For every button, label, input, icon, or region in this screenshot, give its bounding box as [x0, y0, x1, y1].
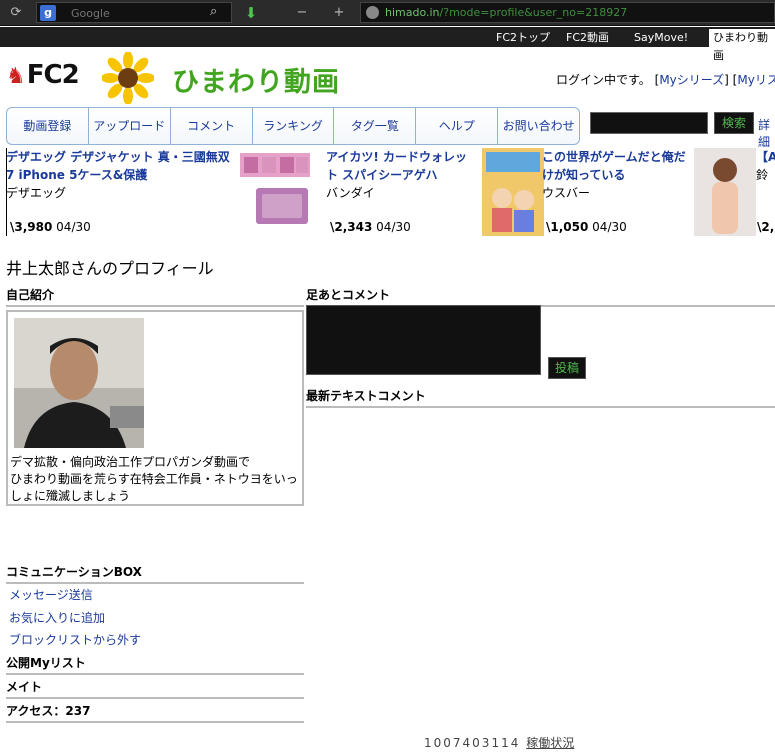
ad-image[interactable]	[238, 148, 328, 236]
zoom-in-icon[interactable]: +	[330, 4, 348, 22]
ad-brand: ウスバー	[542, 186, 591, 200]
ad-price-value: \3,980	[10, 220, 53, 234]
browser-search-input[interactable]	[71, 5, 211, 21]
mate-heading: メイト	[6, 678, 304, 699]
fc2-mark-icon: ♞	[6, 64, 26, 89]
ad-price: \3,980 04/30	[10, 220, 91, 234]
ad-date: 04/30	[56, 220, 91, 234]
footer: 1007403114 稼働状況	[424, 734, 574, 751]
main-nav: 動画登録 アップロード コメント ランキング タグ一覧 ヘルプ お問い合わせ	[6, 107, 580, 145]
nav-upload[interactable]: アップロード	[89, 108, 171, 144]
profile-photo	[14, 318, 144, 448]
add-favorite-link[interactable]: お気に入りに追加	[9, 609, 105, 626]
service-himawari[interactable]: ひまわり動画	[709, 29, 775, 62]
page-title: 井上太郎さんのプロフィール	[6, 259, 214, 278]
service-saymove[interactable]: SayMove!	[634, 30, 688, 46]
google-icon[interactable]: g	[40, 5, 56, 21]
nav-ranking[interactable]: ランキング	[253, 108, 335, 144]
login-status: ログイン中です。 [Myシリーズ] [Myリスト]	[556, 71, 775, 88]
nav-upload-video[interactable]: 動画登録	[7, 108, 89, 144]
ad-date: 04/30	[376, 220, 411, 234]
login-text: ログイン中です。	[556, 73, 651, 87]
ad-item[interactable]: 【A 公 鈴 \2,	[756, 148, 775, 236]
ad-title[interactable]: デザエッグ デザジャケット 真・三國無双7 iPhone 5ケース&保護	[6, 148, 236, 184]
intro-text: デマ拡散・偏向政治工作プロパガンダ動画で ひまわり動画を荒らす在特会工作員・ネト…	[10, 455, 298, 503]
ad-price-value: \1,050	[546, 220, 589, 234]
url-text[interactable]: himado.in/?mode=profile&user_no=218927	[385, 6, 627, 19]
send-message-link[interactable]: メッセージ送信	[9, 586, 93, 603]
intro-box: デマ拡散・偏向政治工作プロパガンダ動画で ひまわり動画を荒らす在特会工作員・ネト…	[6, 310, 304, 506]
book-cover-image[interactable]	[482, 148, 544, 236]
ad-title[interactable]: 【A 公	[756, 148, 775, 166]
nav-contact[interactable]: お問い合わせ	[498, 108, 579, 144]
ad-brand: バンダイ	[326, 186, 375, 200]
nav-comment[interactable]: コメント	[171, 108, 253, 144]
status-link[interactable]: 稼働状況	[526, 736, 574, 750]
service-fc2-video[interactable]: FC2動画	[566, 30, 609, 46]
site-title[interactable]: ひまわり動画	[172, 60, 340, 99]
search-button[interactable]: 検索	[714, 112, 754, 134]
footprint-heading: 足あとコメント	[306, 286, 775, 307]
ad-title[interactable]: アイカツ! カードウォレット スパイシーアゲハ	[326, 148, 478, 184]
reload-icon[interactable]: ⟳	[6, 4, 26, 22]
ad-brand: 鈴	[756, 168, 769, 182]
wallet-image[interactable]	[238, 148, 316, 228]
ad-title[interactable]: この世界がゲームだと俺だけが知っている	[542, 148, 694, 184]
ad-price: \1,050 04/30	[546, 220, 627, 234]
ad-date: 04/30	[592, 220, 627, 234]
fc2-logo[interactable]: ♞FC2	[6, 60, 80, 90]
magnifier-icon[interactable]: ⌕	[210, 4, 228, 22]
intro-heading: 自己紹介	[6, 286, 304, 307]
ad-divider	[6, 148, 7, 236]
product-photo-image[interactable]	[694, 148, 756, 236]
myseries-link[interactable]: Myシリーズ	[659, 73, 724, 87]
public-mylist-heading: 公開Myリスト	[6, 654, 304, 675]
communication-box-heading: コミュニケーションBOX	[6, 563, 304, 584]
service-fc2-top[interactable]: FC2トップ	[496, 30, 550, 46]
globe-icon	[366, 6, 379, 19]
address-bar[interactable]: himado.in/?mode=profile&user_no=218927	[360, 2, 775, 23]
sunflower-icon	[102, 52, 154, 104]
browser-search-box[interactable]: g ⌕	[36, 2, 232, 23]
fc2-logo-text: FC2	[26, 60, 80, 90]
ad-image[interactable]	[482, 148, 544, 236]
service-bar: FC2トップ FC2動画 SayMove! ひまわり動画	[0, 27, 775, 62]
detail-search-link[interactable]: 詳細	[758, 116, 775, 150]
ad-price: \2,	[757, 220, 774, 234]
browser-toolbar: ⟳ g ⌕ ⬇ − + himado.in/?mode=profile&user…	[0, 0, 775, 26]
access-count: アクセス：237	[6, 702, 304, 723]
ad-brand: デザエッグ	[6, 186, 67, 200]
post-button[interactable]: 投稿	[548, 357, 586, 379]
mylist-link[interactable]: Myリスト	[737, 73, 775, 87]
ad-image[interactable]	[694, 148, 756, 236]
download-arrow-icon[interactable]: ⬇	[242, 4, 260, 22]
remove-blocklist-link[interactable]: ブロックリストから外す	[9, 631, 141, 648]
footprint-comment-input[interactable]	[306, 305, 541, 375]
ad-item[interactable]: アイカツ! カードウォレット スパイシーアゲハ バンダイ \2,343 04/3…	[326, 148, 478, 236]
ad-price: \2,343 04/30	[330, 220, 411, 234]
ad-item[interactable]: この世界がゲームだと俺だけが知っている ウスバー \1,050 04/30	[542, 148, 694, 236]
access-counter: 1007403114	[424, 736, 521, 750]
url-path: /?mode=profile&user_no=218927	[439, 6, 628, 19]
nav-tags[interactable]: タグ一覧	[334, 108, 417, 144]
latest-text-comment-heading: 最新テキストコメント	[306, 387, 775, 408]
nav-help[interactable]: ヘルプ	[416, 108, 499, 144]
ad-price-value: \2,	[757, 220, 775, 234]
url-host: himado.in	[385, 6, 440, 19]
site-search-input[interactable]	[590, 112, 708, 134]
ad-item[interactable]: デザエッグ デザジャケット 真・三國無双7 iPhone 5ケース&保護 デザエ…	[6, 148, 236, 236]
zoom-out-icon[interactable]: −	[293, 4, 311, 22]
ad-price-value: \2,343	[330, 220, 373, 234]
